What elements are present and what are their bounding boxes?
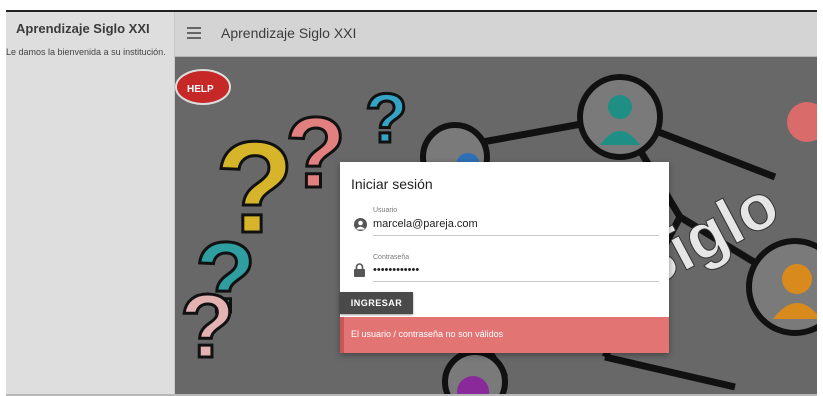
password-underline: [373, 281, 659, 282]
error-message: El usuario / contraseña no son válidos: [351, 329, 504, 339]
username-underline: [373, 235, 659, 236]
lock-icon: [354, 263, 365, 277]
error-alert: El usuario / contraseña no son válidos: [340, 317, 669, 353]
account-circle-icon: [354, 218, 367, 231]
password-input[interactable]: ••••••••••••: [373, 264, 419, 276]
password-label: Contraseña: [373, 254, 410, 261]
login-card: Iniciar sesión Usuario marcela@pareja.co…: [340, 162, 669, 353]
login-title: Iniciar sesión: [351, 176, 433, 192]
app-title: Aprendizaje Siglo XXI: [221, 25, 357, 41]
svg-text:?: ?: [180, 277, 235, 377]
welcome-text: Le damos la bienvenida a su institución.: [6, 47, 166, 57]
login-button[interactable]: INGRESAR: [340, 292, 413, 314]
help-sign-text: HELP: [187, 84, 214, 95]
svg-text:?: ?: [365, 79, 408, 157]
username-label: Usuario: [373, 207, 398, 214]
hamburger-menu-icon[interactable]: [187, 27, 201, 39]
sidebar-title: Aprendizaje Siglo XXI: [16, 21, 150, 36]
sidebar: Aprendizaje Siglo XXI Le damos la bienve…: [6, 12, 175, 394]
top-app-bar: Aprendizaje Siglo XXI: [175, 12, 817, 57]
svg-text:?: ?: [285, 97, 346, 209]
username-input[interactable]: marcela@pareja.com: [373, 218, 478, 230]
